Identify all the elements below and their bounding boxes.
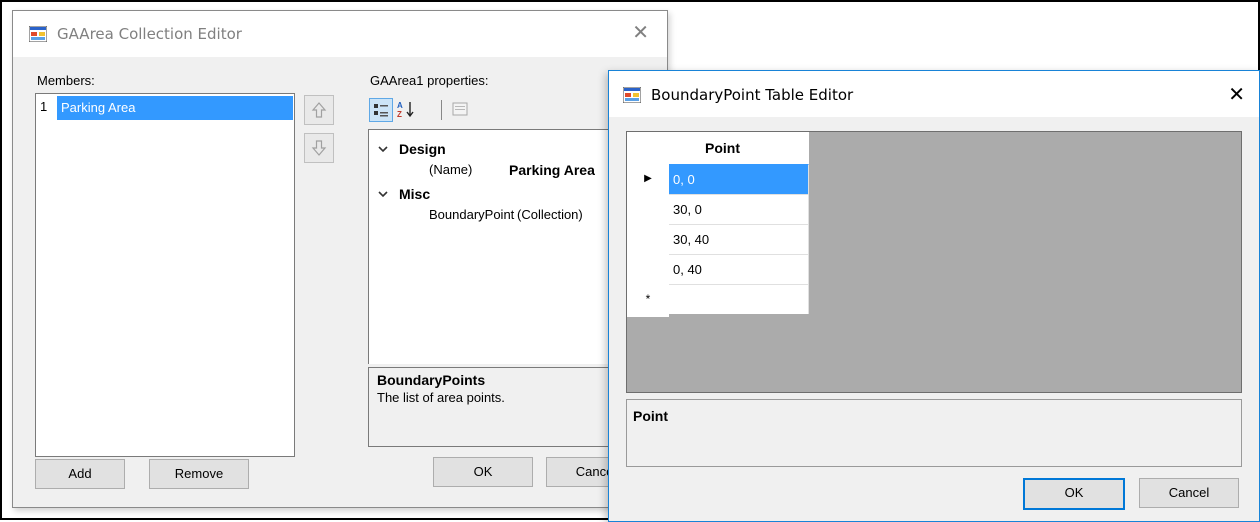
screenshot-frame: GAArea Collection Editor ✕ Members: 1 Pa… (0, 0, 1260, 522)
property-value[interactable]: (Collection) (517, 205, 583, 225)
form-icon (623, 87, 641, 103)
property-name: BoundaryPoint (429, 207, 515, 222)
table-row[interactable]: 30, 0 (627, 194, 809, 224)
move-down-button[interactable] (304, 133, 334, 163)
table-cell[interactable] (669, 284, 809, 314)
property-value[interactable]: Parking Area (509, 160, 595, 180)
table-cell[interactable]: 0, 40 (669, 254, 809, 284)
table-cell[interactable]: 30, 0 (669, 194, 809, 224)
table-cell[interactable]: 30, 40 (669, 224, 809, 254)
members-label: Members: (37, 73, 95, 88)
category-name: Misc (399, 186, 431, 202)
help-title: Point (633, 408, 668, 424)
row-header[interactable] (627, 224, 669, 254)
description-text: The list of area points. (377, 390, 505, 405)
data-grid[interactable]: Point ▶ 0, 0 30, 0 30, 40 0, 40 * (626, 131, 1242, 393)
column-header-point[interactable]: Point (669, 132, 809, 164)
close-icon[interactable]: ✕ (632, 21, 649, 43)
member-index: 1 (40, 99, 48, 114)
list-item[interactable]: 1 Parking Area (37, 96, 293, 120)
help-panel: Point (626, 399, 1242, 467)
svg-text:A: A (397, 101, 403, 110)
new-row-marker[interactable]: * (627, 284, 669, 314)
ok-button[interactable]: OK (1023, 478, 1125, 510)
collection-editor-titlebar[interactable]: GAArea Collection Editor ✕ (13, 11, 667, 57)
properties-label: GAArea1 properties: (370, 73, 489, 88)
category-name: Design (399, 141, 446, 157)
property-pages-button[interactable] (449, 98, 471, 120)
window-title: GAArea Collection Editor (57, 25, 242, 43)
table-editor-titlebar[interactable]: BoundaryPoint Table Editor ✕ (609, 71, 1259, 117)
property-name: (Name) (429, 162, 473, 177)
alphabetical-button[interactable]: A Z (395, 98, 417, 120)
property-pages-icon (452, 102, 468, 116)
cancel-button[interactable]: Cancel (1139, 478, 1239, 508)
table-row[interactable]: ▶ 0, 0 (627, 164, 809, 194)
collection-editor-window: GAArea Collection Editor ✕ Members: 1 Pa… (12, 10, 669, 508)
row-header[interactable] (627, 194, 669, 224)
alphabetical-sort-icon: A Z (397, 101, 414, 118)
remove-button[interactable]: Remove (149, 459, 249, 489)
table-cell[interactable]: 0, 0 (669, 164, 809, 194)
table-row[interactable]: 0, 40 (627, 254, 809, 284)
chevron-down-icon (378, 191, 388, 198)
new-table-row[interactable]: * (627, 284, 809, 314)
move-down-icon (311, 140, 327, 156)
add-button[interactable]: Add (35, 459, 125, 489)
chevron-down-icon (378, 146, 388, 153)
move-up-button[interactable] (304, 95, 334, 125)
categorized-icon (374, 104, 388, 117)
table-row[interactable]: 30, 40 (627, 224, 809, 254)
toolbar-separator (441, 100, 442, 120)
move-up-icon (311, 102, 327, 118)
members-list[interactable]: 1 Parking Area (35, 93, 295, 457)
svg-text:Z: Z (397, 110, 402, 118)
member-name[interactable]: Parking Area (57, 96, 293, 120)
ok-button[interactable]: OK (433, 457, 533, 487)
table-editor-window: BoundaryPoint Table Editor ✕ Point ▶ 0, … (608, 70, 1260, 522)
categorized-button[interactable] (369, 98, 393, 122)
form-icon (29, 26, 47, 42)
property-toolbar: A Z (369, 98, 499, 124)
window-title: BoundaryPoint Table Editor (651, 86, 854, 104)
description-title: BoundaryPoints (377, 372, 486, 388)
close-icon[interactable]: ✕ (1228, 83, 1245, 105)
current-row-marker[interactable]: ▶ (627, 164, 669, 194)
row-header[interactable] (627, 254, 669, 284)
